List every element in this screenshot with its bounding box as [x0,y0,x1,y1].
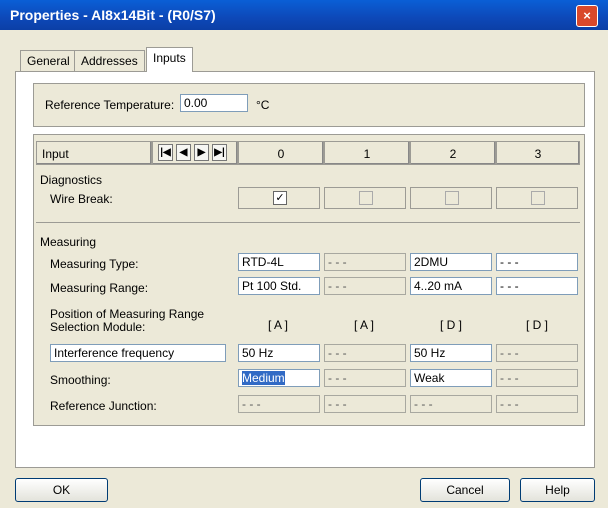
close-button[interactable]: × [576,5,598,27]
reference-temperature-unit: °C [256,98,270,112]
reference-temperature-label: Reference Temperature: [45,98,175,112]
first-page-icon[interactable]: |◀ [158,144,173,161]
interference-frequency-label: Interference frequency [50,344,226,362]
position-value-3: [ D ] [526,318,549,332]
interference-frequency-2[interactable]: 50 Hz [410,344,492,362]
measuring-type-label: Measuring Type: [50,257,139,271]
position-label: Position of Measuring Range Selection Mo… [50,307,205,334]
ok-button[interactable]: OK [15,478,108,502]
wire-break-checkbox-3 [531,191,545,205]
reference-junction-1: - - - [324,395,406,413]
cancel-button[interactable]: Cancel [420,478,510,502]
section-divider [36,222,580,223]
prev-page-icon[interactable]: ◀ [176,144,191,161]
next-page-icon[interactable]: ▶ [194,144,209,161]
column-header-0: 0 [238,141,324,165]
smoothing-label: Smoothing: [50,373,111,387]
column-header-1: 1 [324,141,410,165]
measuring-range-label: Measuring Range: [50,281,149,295]
interference-frequency-0[interactable]: 50 Hz [238,344,320,362]
tab-addresses[interactable]: Addresses [74,50,145,72]
diagnostics-heading: Diagnostics [40,173,103,187]
input-header-cell: Input [36,141,152,165]
position-value-2: [ D ] [440,318,463,332]
measuring-range-0[interactable]: Pt 100 Std. [238,277,320,295]
smoothing-1: - - - [324,369,406,387]
help-button[interactable]: Help [520,478,595,502]
last-page-icon[interactable]: ▶| [212,144,227,161]
smoothing-0[interactable]: Medium [238,369,320,387]
measuring-range-3[interactable]: - - - [496,277,578,295]
measuring-range-1: - - - [324,277,406,295]
measuring-type-1: - - - [324,253,406,271]
tab-inputs[interactable]: Inputs [146,47,193,72]
reference-junction-label: Reference Junction: [50,399,157,413]
reference-junction-2: - - - [410,395,492,413]
measuring-type-3[interactable]: - - - [496,253,578,271]
measuring-type-0[interactable]: RTD-4L [238,253,320,271]
smoothing-3: - - - [496,369,578,387]
interference-frequency-1: - - - [324,344,406,362]
measuring-heading: Measuring [40,235,97,249]
measuring-type-2[interactable]: 2DMU [410,253,492,271]
wire-break-checkbox-0[interactable]: ✓ [273,191,287,205]
smoothing-2[interactable]: Weak [410,369,492,387]
reference-junction-0: - - - [238,395,320,413]
title-bar: Properties - AI8x14Bit - (R0/S7) × [0,0,608,30]
position-value-1: [ A ] [354,318,375,332]
window-title: Properties - AI8x14Bit - (R0/S7) [10,7,216,23]
position-value-0: [ A ] [268,318,289,332]
wire-break-checkbox-1 [359,191,373,205]
tab-general[interactable]: General [20,50,77,72]
wire-break-label: Wire Break: [50,192,113,206]
wire-break-checkbox-2 [445,191,459,205]
measuring-range-2[interactable]: 4..20 mA [410,277,492,295]
column-header-3: 3 [496,141,580,165]
column-header-2: 2 [410,141,496,165]
interference-frequency-3: - - - [496,344,578,362]
reference-junction-3: - - - [496,395,578,413]
reference-temperature-input[interactable]: 0.00 [180,94,248,112]
